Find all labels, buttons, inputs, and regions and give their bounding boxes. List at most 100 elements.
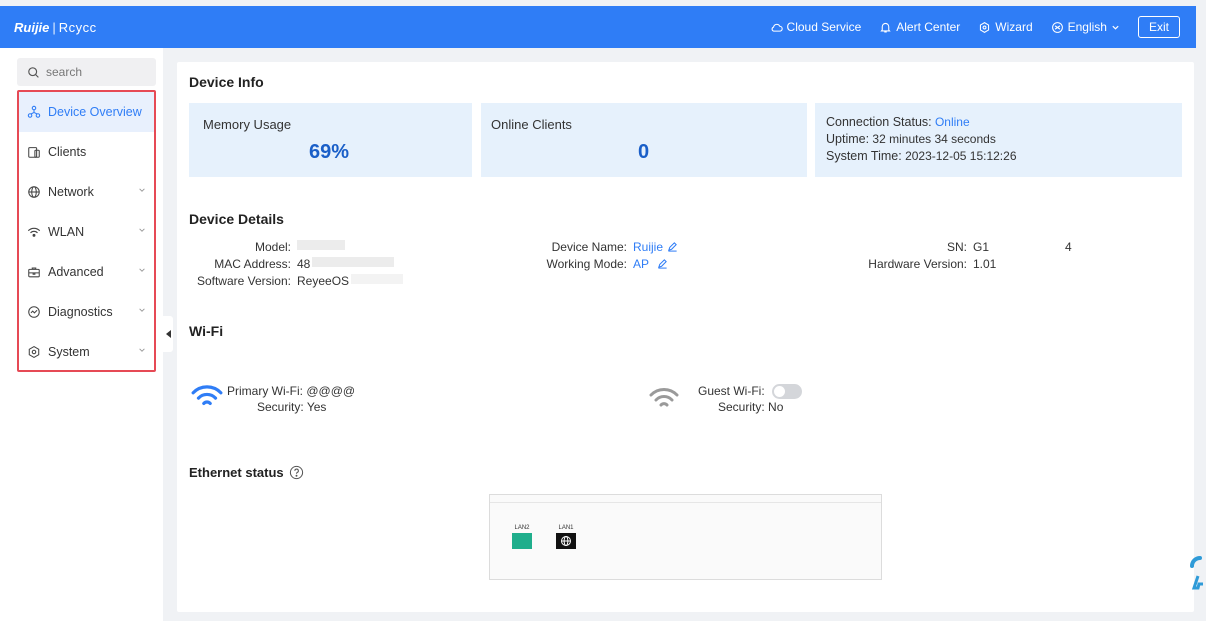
device-info-title: Device Info <box>189 74 264 90</box>
device-name-label: Device Name: <box>551 240 627 254</box>
sidebar-item-system[interactable]: System <box>19 332 154 372</box>
model-row: Model: <box>189 240 419 254</box>
mac-value-redacted <box>312 257 395 267</box>
sn-row: SN: G1 4 <box>837 240 1072 254</box>
wizard-label: Wizard <box>995 20 1033 34</box>
software-version-label: Software Version: <box>196 274 291 288</box>
sidebar-item-network[interactable]: Network <box>19 172 154 212</box>
language-selector[interactable]: English <box>1051 20 1120 34</box>
chevron-down-icon <box>1112 25 1119 30</box>
sn-label: SN: <box>946 240 967 254</box>
sidebar-item-label: Clients <box>48 145 87 159</box>
edit-icon[interactable] <box>667 241 678 252</box>
software-version-value: ReyeeOS <box>297 274 350 288</box>
globe-icon <box>1051 21 1063 33</box>
sn-value-start: G1 <box>973 240 990 254</box>
working-mode-row: Working Mode: AP <box>507 257 668 271</box>
language-label: English <box>1067 20 1107 34</box>
assistant-float-icon[interactable] <box>1186 550 1206 590</box>
exit-button[interactable]: Exit <box>1137 16 1180 38</box>
edit-icon[interactable] <box>657 258 668 269</box>
help-icon[interactable] <box>289 465 304 480</box>
system-time-value: 2023-12-05 15:12:26 <box>905 149 1017 163</box>
primary-wifi-security-row: Security: Yes <box>257 400 326 414</box>
port-lan2[interactable]: LAN2 <box>512 525 532 549</box>
working-mode-label: Working Mode: <box>546 257 627 271</box>
chevron-down-icon <box>139 188 145 192</box>
connection-card: Connection Status: Online Uptime: 32 min… <box>815 103 1182 177</box>
search-placeholder: search <box>46 65 83 79</box>
system-time-row: System Time: 2023-12-05 15:12:26 <box>826 148 1017 164</box>
sidebar: search Device Overview Clients Network W… <box>0 48 163 621</box>
chevron-down-icon <box>139 348 145 352</box>
cloud-service-label: Cloud Service <box>786 20 862 34</box>
uptime-label: Uptime: <box>826 132 870 146</box>
mac-label: MAC Address: <box>214 257 291 271</box>
uptime-row: Uptime: 32 minutes 34 seconds <box>826 131 996 147</box>
online-clients-label: Online Clients <box>491 117 572 132</box>
guest-wifi-label: Guest Wi-Fi: <box>698 384 765 398</box>
wizard-link[interactable]: Wizard <box>978 20 1033 34</box>
sidebar-collapse-toggle[interactable] <box>163 316 173 352</box>
guest-security-label: Security: <box>718 400 765 414</box>
sidebar-item-label: Device Overview <box>48 105 142 119</box>
search-input[interactable]: search <box>17 58 156 86</box>
guest-wifi-toggle[interactable] <box>772 384 803 400</box>
connection-status-label: Connection Status: <box>826 115 932 129</box>
software-version-redacted <box>351 274 404 284</box>
system-time-label: System Time: <box>826 149 902 163</box>
alert-center-link[interactable]: Alert Center <box>879 20 960 34</box>
sidebar-item-label: Network <box>48 185 94 199</box>
diagnostics-icon <box>28 306 40 318</box>
sidebar-item-device-overview[interactable]: Device Overview <box>19 92 154 132</box>
device-details-title: Device Details <box>189 211 284 227</box>
chevron-down-icon <box>139 308 145 312</box>
ethernet-status-title: Ethernet status <box>189 465 304 480</box>
ethernet-status-label: Ethernet status <box>189 465 284 480</box>
primary-security-label: Security: <box>257 400 304 414</box>
port-lan1[interactable]: LAN1 <box>556 525 576 549</box>
guest-wifi-row: Guest Wi-Fi: <box>698 384 803 400</box>
sidebar-item-label: System <box>48 345 90 359</box>
gear-icon <box>28 345 40 359</box>
port-connector-lan1 <box>556 533 576 549</box>
uptime-value: 32 minutes 34 seconds <box>872 132 996 146</box>
alert-center-label: Alert Center <box>896 20 961 34</box>
wizard-icon <box>980 21 990 33</box>
panel-top-edge <box>490 495 881 503</box>
sidebar-item-wlan[interactable]: WLAN <box>19 212 154 252</box>
cloud-service-link[interactable]: Cloud Service <box>770 20 862 34</box>
logo-brand: Ruijie <box>14 19 50 35</box>
primary-wifi-ssid-row: Primary Wi-Fi: @@@@ <box>227 384 355 398</box>
mac-row: MAC Address: 48 <box>189 257 419 271</box>
online-clients-value[interactable]: 0 <box>638 141 649 164</box>
hardware-version-value: 1.01 <box>973 257 997 271</box>
mac-value: 48 <box>297 257 311 271</box>
wifi-title: Wi-Fi <box>189 323 224 339</box>
device-name-row: Device Name: Ruijie <box>507 240 678 254</box>
globe-icon <box>28 186 40 198</box>
memory-usage-label: Memory Usage <box>203 117 292 132</box>
software-version-row: Software Version: ReyeeOS <box>189 274 449 288</box>
model-label: Model: <box>254 240 291 254</box>
sidebar-item-advanced[interactable]: Advanced <box>19 252 154 292</box>
primary-wifi-label: Primary Wi-Fi: <box>227 384 303 398</box>
globe-icon <box>561 536 571 546</box>
memory-usage-value: 69% <box>309 141 350 163</box>
memory-usage-card: Memory Usage 69% <box>189 103 472 177</box>
online-clients-card: Online Clients 0 <box>481 103 807 177</box>
device-name-value: Ruijie <box>633 240 664 254</box>
guest-wifi-security-row: Security: No <box>718 400 783 414</box>
sn-value-end: 4 <box>1065 240 1072 254</box>
sn-value-redacted <box>991 240 1060 250</box>
bell-icon <box>880 22 891 32</box>
connection-status-row: Connection Status: Online <box>826 114 970 130</box>
model-value-redacted <box>297 240 345 250</box>
hardware-version-label: Hardware Version: <box>868 257 967 271</box>
header-nav: Cloud Service Alert Center Wizard Englis… <box>770 16 1180 38</box>
cloud-icon <box>771 23 783 32</box>
sidebar-item-clients[interactable]: Clients <box>19 132 154 172</box>
connection-status-value: Online <box>934 115 970 129</box>
wifi-icon <box>27 227 41 237</box>
sidebar-item-diagnostics[interactable]: Diagnostics <box>19 292 154 332</box>
